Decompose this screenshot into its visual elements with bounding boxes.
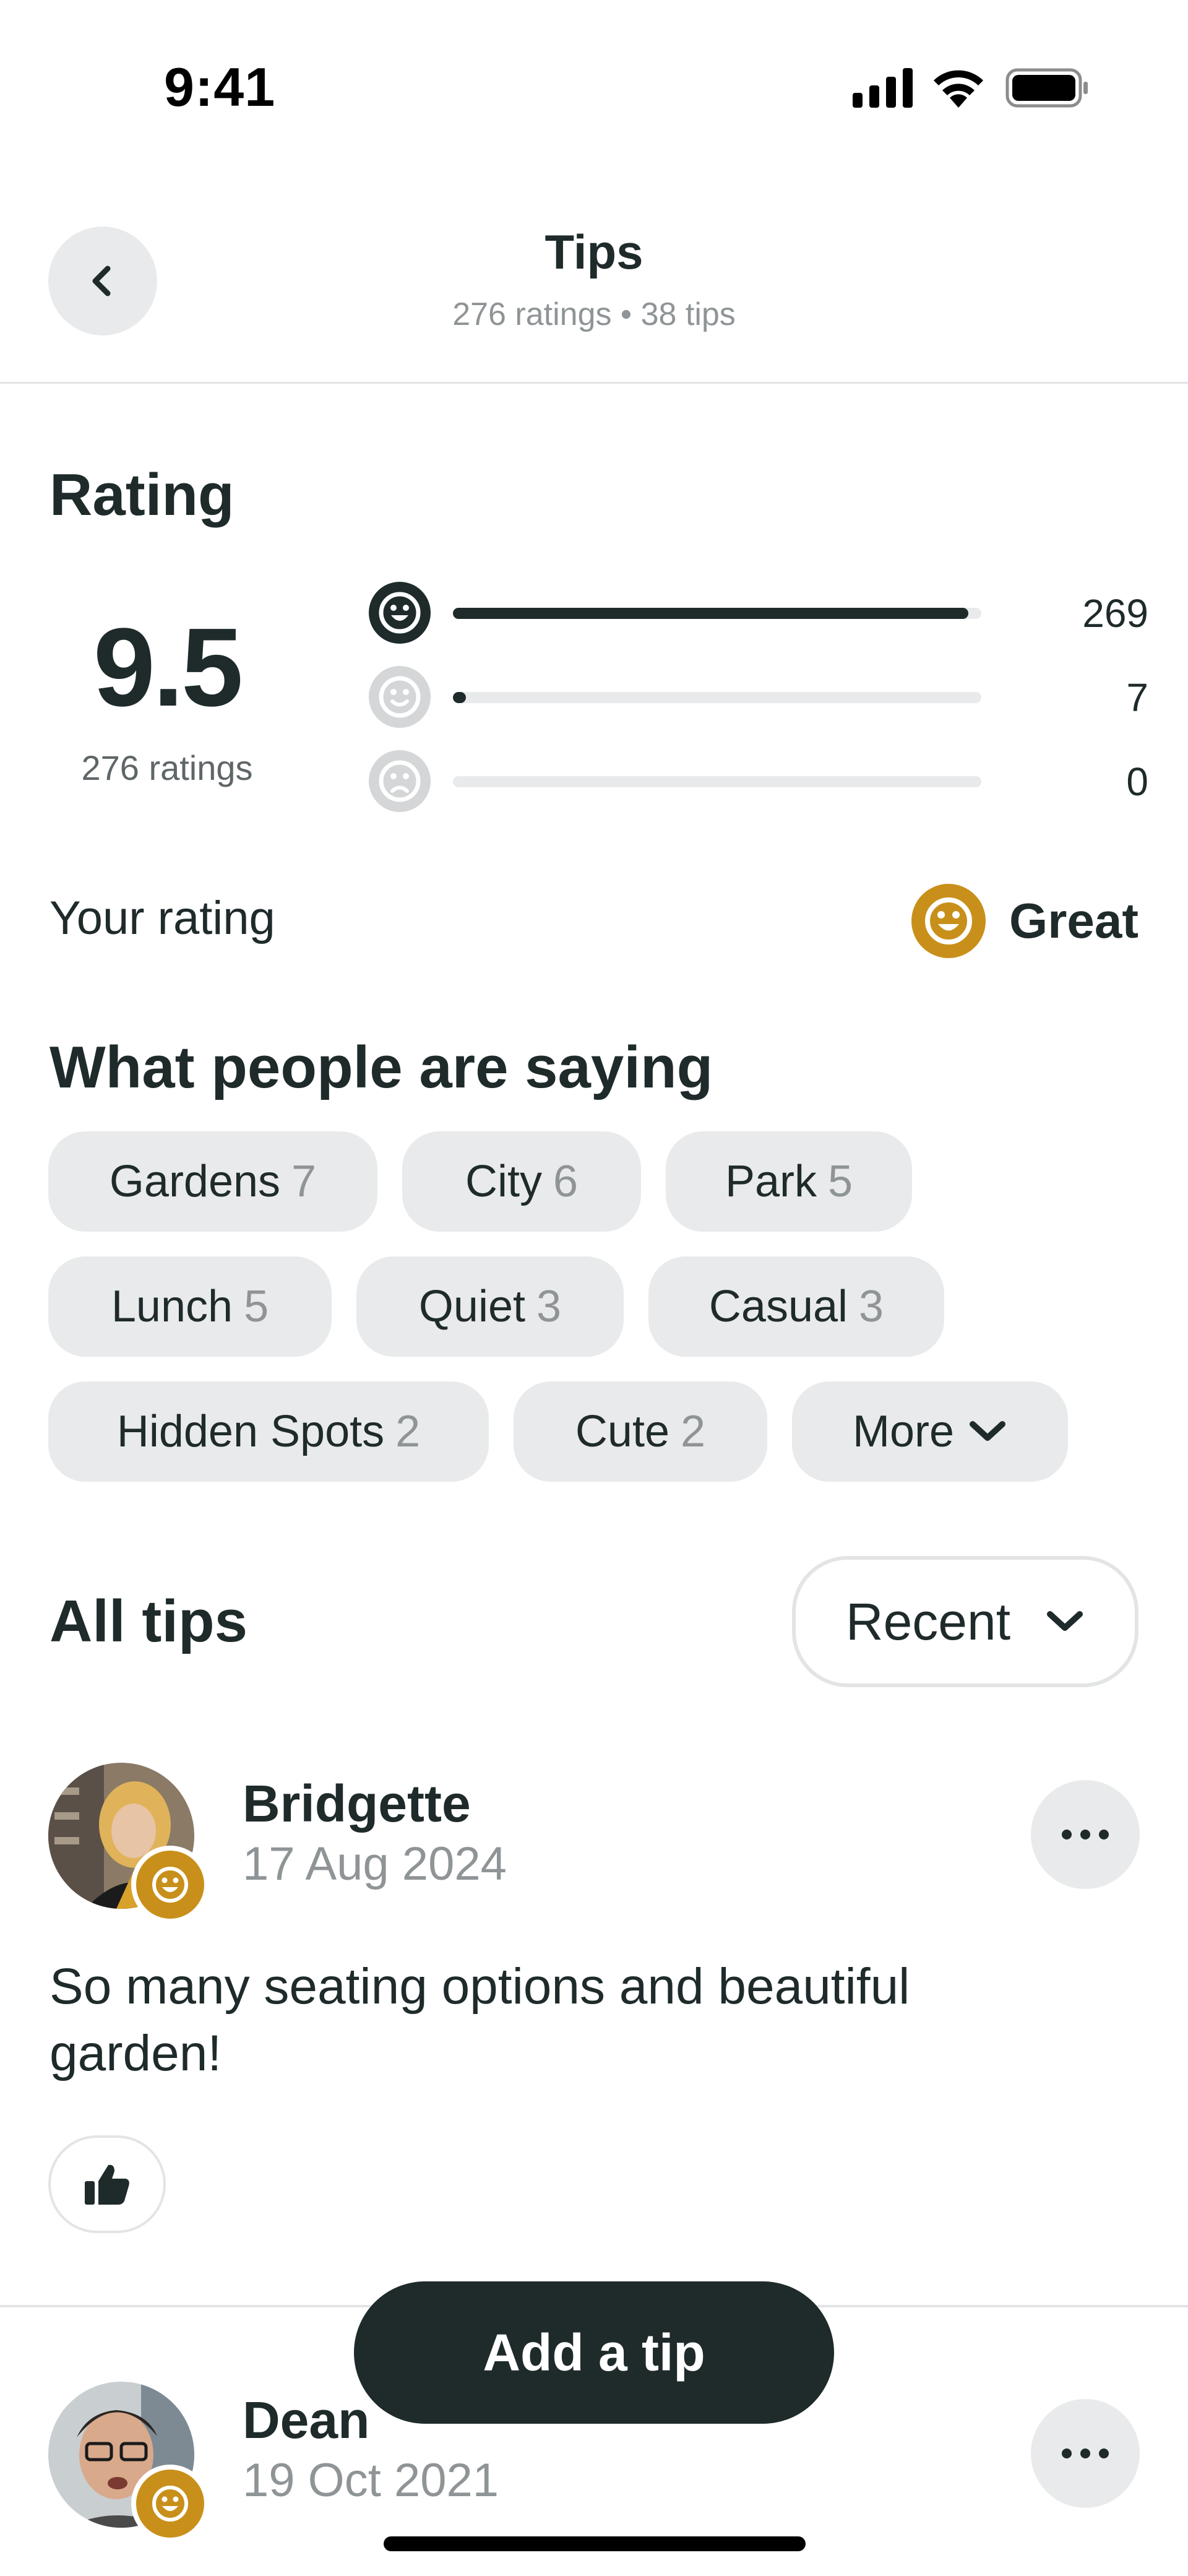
rating-bar-track xyxy=(453,692,981,703)
tag-chip[interactable]: Cute 2 xyxy=(514,1381,767,1482)
more-dots-icon xyxy=(1080,1830,1090,1839)
sort-select-label: Recent xyxy=(845,1592,1011,1651)
tag-chip[interactable]: City 6 xyxy=(402,1131,641,1232)
tag-chip-label: Lunch xyxy=(111,1282,233,1331)
tag-chip-label: Park xyxy=(725,1157,817,1206)
rating-bar-count: 0 xyxy=(1126,759,1148,804)
your-rating-label: Your rating xyxy=(50,892,275,944)
rating-bar-fill xyxy=(453,608,968,619)
cellular-signal-icon xyxy=(853,68,913,108)
tip-date: 17 Aug 2024 xyxy=(243,1838,507,1890)
tag-chip-count: 2 xyxy=(395,1407,421,1456)
saying-title: What people are saying xyxy=(50,1034,713,1100)
tag-chip-count: 3 xyxy=(536,1282,562,1331)
tip-author[interactable]: Bridgette xyxy=(243,1774,471,1834)
rating-bar-count: 269 xyxy=(1082,591,1148,636)
more-dots-icon xyxy=(1062,2448,1072,2458)
rating-count: 276 ratings xyxy=(81,748,253,787)
tag-chip-label: Hidden Spots xyxy=(116,1407,385,1456)
tag-chip[interactable]: Quiet 3 xyxy=(356,1256,624,1357)
rating-bar-track xyxy=(453,776,981,787)
smile-face-icon xyxy=(369,666,431,728)
status-time: 9:41 xyxy=(164,56,276,118)
rating-bar-bad: 0 xyxy=(369,750,1148,812)
page-title: Tips xyxy=(544,225,644,279)
tag-chip-count: 5 xyxy=(828,1157,853,1206)
rating-bar-good: 7 xyxy=(369,666,1148,728)
tag-chip[interactable]: Park 5 xyxy=(666,1131,912,1232)
rating-bar-fill xyxy=(453,692,466,703)
more-dots-icon xyxy=(1080,2448,1090,2458)
page-subtitle: 276 ratings • 38 tips xyxy=(452,296,736,332)
tip-text: So many seating options and beautiful ga… xyxy=(50,1958,910,2081)
rating-bar-track xyxy=(453,608,981,619)
tag-chip-label: Gardens xyxy=(109,1157,281,1206)
tag-chip[interactable]: Casual 3 xyxy=(648,1256,944,1357)
battery-icon xyxy=(1005,68,1088,108)
chevron-down-icon xyxy=(968,1419,1007,1444)
avatar[interactable] xyxy=(48,1763,209,1924)
sort-select[interactable]: Recent xyxy=(792,1556,1138,1687)
tip-author[interactable]: Dean xyxy=(243,2390,369,2450)
all-tips-title: All tips xyxy=(50,1588,248,1654)
rating-bar-great: 269 xyxy=(369,582,1148,644)
tag-chip-count: 5 xyxy=(244,1282,269,1331)
status-bar: 9:41 xyxy=(0,0,1188,149)
header: Tips 276 ratings • 38 tips xyxy=(0,149,1188,384)
grin-face-icon xyxy=(911,884,986,958)
more-tags-button[interactable]: More xyxy=(792,1381,1068,1482)
frown-face-icon xyxy=(369,750,431,812)
wifi-icon xyxy=(934,70,983,108)
grin-face-icon xyxy=(131,2465,209,2543)
grin-face-icon xyxy=(369,582,431,644)
more-tags-label: More xyxy=(852,1407,955,1456)
tag-chip-count: 7 xyxy=(291,1157,317,1206)
tip-date: 19 Oct 2021 xyxy=(243,2454,499,2507)
tag-chip-label: Quiet xyxy=(418,1282,526,1331)
tag-chip[interactable]: Gardens 7 xyxy=(48,1131,377,1232)
avatar[interactable] xyxy=(48,2382,209,2543)
tag-chip-count: 6 xyxy=(553,1157,579,1206)
your-rating-text: Great xyxy=(1009,893,1138,948)
grin-face-icon xyxy=(131,1846,209,1924)
more-dots-icon xyxy=(1099,2448,1109,2458)
more-dots-icon xyxy=(1062,1830,1072,1839)
more-dots-icon xyxy=(1099,1830,1109,1839)
tag-chip-count: 2 xyxy=(681,1407,706,1456)
rating-score: 9.5 xyxy=(93,605,243,730)
chevron-down-icon xyxy=(1045,1609,1085,1634)
tag-chip-label: Casual xyxy=(708,1282,848,1331)
tag-chip-label: Cute xyxy=(575,1407,670,1456)
tip-more-button[interactable] xyxy=(1031,2399,1140,2508)
like-button[interactable] xyxy=(48,2135,166,2233)
tag-chip[interactable]: Hidden Spots 2 xyxy=(48,1381,489,1482)
tag-chip-count: 3 xyxy=(859,1282,884,1331)
tag-chip[interactable]: Lunch 5 xyxy=(48,1256,332,1357)
rating-bar-count: 7 xyxy=(1126,675,1148,720)
tip-more-button[interactable] xyxy=(1031,1780,1140,1889)
your-rating-value[interactable]: Great xyxy=(911,884,1138,958)
add-tip-button[interactable]: Add a tip xyxy=(354,2281,834,2424)
thumbs-up-icon xyxy=(85,2164,129,2205)
home-indicator xyxy=(384,2536,806,2551)
rating-title: Rating xyxy=(50,462,235,528)
tag-chip-label: City xyxy=(465,1157,542,1206)
